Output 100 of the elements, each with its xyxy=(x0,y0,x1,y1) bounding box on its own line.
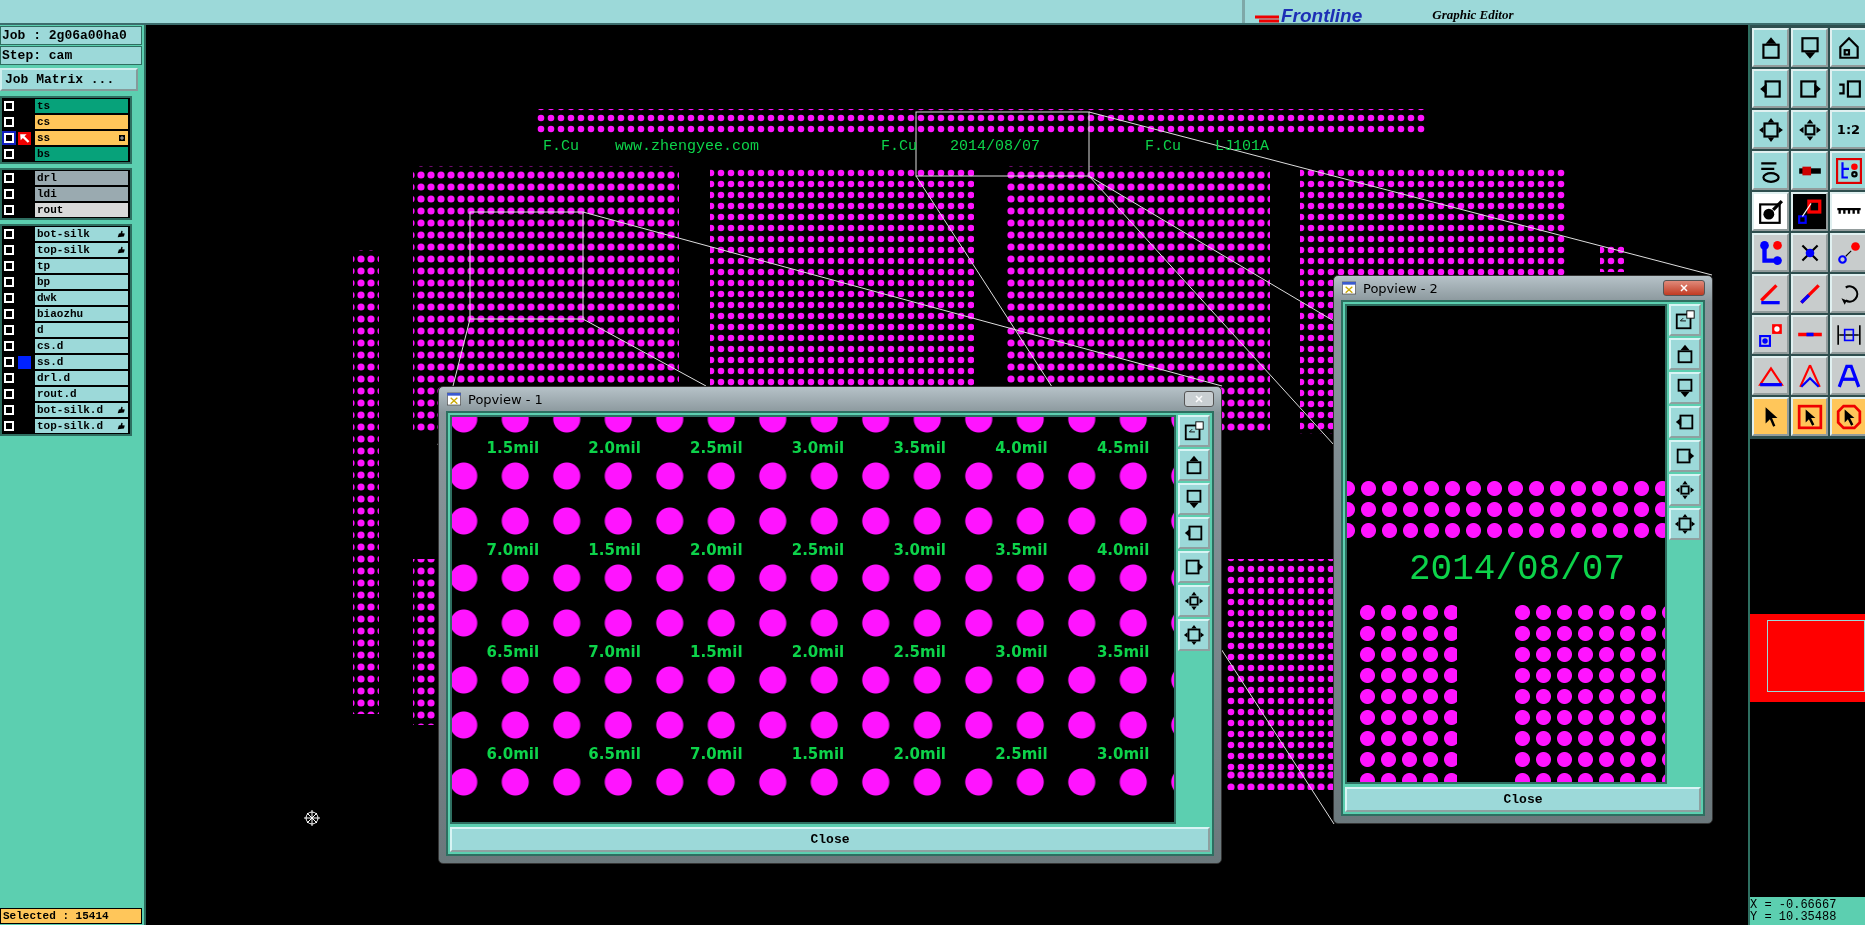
tool-button[interactable] xyxy=(1791,356,1828,395)
view-tool-button[interactable] xyxy=(1178,619,1210,651)
layer-checkbox[interactable] xyxy=(4,229,14,239)
tool-button[interactable] xyxy=(1752,315,1789,354)
tool-button[interactable] xyxy=(1830,315,1865,354)
layer-row[interactable]: bot-silk.d xyxy=(2,402,130,418)
view-tool-button[interactable] xyxy=(1669,304,1701,336)
layer-item[interactable]: cs.d xyxy=(35,339,128,353)
layer-checkbox[interactable] xyxy=(4,261,14,271)
tool-button[interactable] xyxy=(1752,110,1789,149)
tool-button[interactable] xyxy=(1830,397,1865,436)
layer-checkbox[interactable] xyxy=(4,277,14,287)
layer-row[interactable]: top-silk.d xyxy=(2,418,130,434)
tool-button[interactable] xyxy=(1791,151,1828,190)
tool-button[interactable] xyxy=(1830,192,1865,231)
layer-item[interactable]: ss.d xyxy=(35,355,128,369)
tool-button[interactable] xyxy=(1752,356,1789,395)
layer-item[interactable]: top-silk xyxy=(35,243,128,257)
layer-checkbox[interactable] xyxy=(4,341,14,351)
tool-button[interactable] xyxy=(1791,69,1828,108)
view-tool-button[interactable] xyxy=(1178,551,1210,583)
layer-checkbox[interactable] xyxy=(4,405,14,415)
layer-item[interactable]: d xyxy=(35,323,128,337)
layer-checkbox[interactable] xyxy=(4,389,14,399)
layer-item[interactable]: ss xyxy=(35,131,128,145)
layer-checkbox[interactable] xyxy=(4,245,14,255)
layer-item[interactable]: bot-silk xyxy=(35,227,128,241)
layer-checkbox[interactable] xyxy=(4,189,14,199)
layer-checkbox[interactable] xyxy=(4,293,14,303)
layer-row[interactable]: bs xyxy=(2,146,130,162)
layer-item[interactable]: drl xyxy=(35,171,128,185)
layer-item[interactable]: top-silk.d xyxy=(35,419,128,433)
tool-button[interactable] xyxy=(1752,397,1789,436)
layer-row[interactable]: ss.d xyxy=(2,354,130,370)
layer-checkbox[interactable] xyxy=(4,101,14,111)
layer-item[interactable]: ldi xyxy=(35,187,128,201)
tool-button[interactable] xyxy=(1830,233,1865,272)
layer-row[interactable]: rout.d xyxy=(2,386,130,402)
layer-checkbox[interactable] xyxy=(4,117,14,127)
tool-button[interactable]: 1:2 xyxy=(1830,110,1865,149)
layer-item[interactable]: rout.d xyxy=(35,387,128,401)
close-button[interactable]: Close xyxy=(450,827,1210,852)
tool-button[interactable] xyxy=(1752,69,1789,108)
close-button[interactable]: Close xyxy=(1345,787,1701,812)
layer-checkbox[interactable] xyxy=(4,149,14,159)
view-tool-button[interactable] xyxy=(1669,440,1701,472)
layer-checkbox[interactable] xyxy=(4,325,14,335)
layer-row[interactable]: tp xyxy=(2,258,130,274)
tool-button[interactable] xyxy=(1791,110,1828,149)
layer-row[interactable]: top-silk xyxy=(2,242,130,258)
view-tool-button[interactable] xyxy=(1178,517,1210,549)
layer-row[interactable]: bp xyxy=(2,274,130,290)
layer-item[interactable]: bs xyxy=(35,147,128,161)
view-tool-button[interactable] xyxy=(1669,508,1701,540)
view-tool-button[interactable] xyxy=(1669,406,1701,438)
layer-checkbox[interactable] xyxy=(4,205,14,215)
tool-button[interactable] xyxy=(1830,28,1865,67)
layer-checkbox[interactable] xyxy=(4,421,14,431)
tool-button[interactable] xyxy=(1752,274,1789,313)
tool-button[interactable] xyxy=(1791,28,1828,67)
tool-button[interactable] xyxy=(1830,69,1865,108)
layer-checkbox[interactable] xyxy=(4,133,14,143)
layer-item[interactable]: rout xyxy=(35,203,128,217)
layer-item[interactable]: biaozhu xyxy=(35,307,128,321)
tool-button[interactable] xyxy=(1752,151,1789,190)
layer-checkbox[interactable] xyxy=(4,373,14,383)
layer-item[interactable]: ts xyxy=(35,99,128,113)
layer-row[interactable]: drl.d xyxy=(2,370,130,386)
layer-row[interactable]: ldi xyxy=(2,186,130,202)
view-tool-button[interactable] xyxy=(1669,474,1701,506)
layer-item[interactable]: drl.d xyxy=(35,371,128,385)
layer-item[interactable]: bp xyxy=(35,275,128,289)
view-tool-button[interactable] xyxy=(1178,415,1210,447)
tool-button[interactable] xyxy=(1752,233,1789,272)
layer-checkbox[interactable] xyxy=(4,357,14,367)
layer-row[interactable]: ts xyxy=(2,98,130,114)
tool-button[interactable] xyxy=(1791,192,1828,231)
tool-button[interactable] xyxy=(1830,274,1865,313)
tool-button[interactable] xyxy=(1830,356,1865,395)
tool-button[interactable] xyxy=(1830,151,1865,190)
layer-row[interactable]: cs xyxy=(2,114,130,130)
view-tool-button[interactable] xyxy=(1178,449,1210,481)
view-tool-button[interactable] xyxy=(1669,372,1701,404)
tool-button[interactable] xyxy=(1752,28,1789,67)
tool-button[interactable] xyxy=(1791,397,1828,436)
layer-item[interactable]: cs xyxy=(35,115,128,129)
job-matrix-button[interactable]: Job Matrix ... xyxy=(0,68,138,91)
tool-button[interactable] xyxy=(1752,192,1789,231)
tool-button[interactable] xyxy=(1791,233,1828,272)
layer-checkbox[interactable] xyxy=(4,309,14,319)
layer-row[interactable]: biaozhu xyxy=(2,306,130,322)
layer-row[interactable]: rout xyxy=(2,202,130,218)
close-button[interactable] xyxy=(1184,391,1214,407)
view-tool-button[interactable] xyxy=(1178,483,1210,515)
layer-checkbox[interactable] xyxy=(4,173,14,183)
layer-row[interactable]: d xyxy=(2,322,130,338)
layer-row[interactable]: dwk xyxy=(2,290,130,306)
layer-row[interactable]: ss xyxy=(2,130,130,146)
layer-item[interactable]: tp xyxy=(35,259,128,273)
layer-row[interactable]: cs.d xyxy=(2,338,130,354)
